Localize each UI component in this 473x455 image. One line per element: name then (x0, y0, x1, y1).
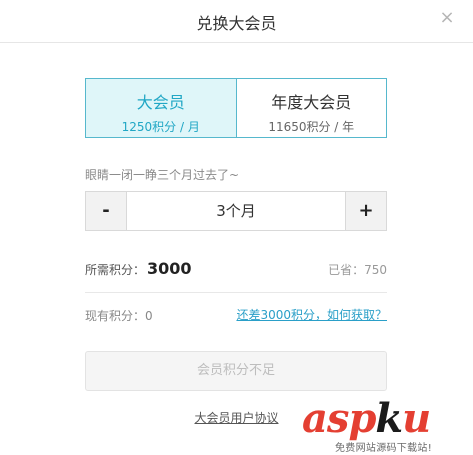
decrease-button[interactable]: - (86, 192, 127, 230)
divider (85, 292, 387, 293)
required-points: 所需积分： 3000 (85, 259, 192, 278)
plan-option-monthly[interactable]: 大会员 1250积分 / 月 (86, 79, 236, 137)
required-points-value: 3000 (147, 259, 192, 278)
duration-value: 3个月 (216, 202, 256, 220)
duration-hint: 眼睛一闭一睁三个月过去了~ (85, 168, 240, 182)
dialog-header: 兑换大会员 × (0, 0, 473, 43)
how-to-earn-link[interactable]: 还差3000积分，如何获取？ (236, 306, 387, 323)
dialog-title: 兑换大会员 (196, 14, 277, 33)
plan-selector: 大会员 1250积分 / 月 年度大会员 11650积分 / 年 (85, 78, 387, 138)
watermark-logo-text: aspku (302, 395, 431, 442)
duration-stepper: - 3个月 + (85, 191, 387, 231)
submit-button-disabled: 会员积分不足 (85, 351, 387, 391)
current-points: 现有积分：0 (85, 309, 153, 323)
plan-price: 11650积分 / 年 (268, 120, 355, 134)
required-points-label: 所需积分： (85, 263, 146, 277)
exchange-vip-dialog: 兑换大会员 × 大会员 1250积分 / 月 年度大会员 11650积分 / 年… (0, 0, 473, 455)
close-icon[interactable]: × (437, 8, 457, 28)
plan-name: 年度大会员 (271, 93, 352, 112)
increase-button[interactable]: + (345, 192, 386, 230)
site-watermark-logo: aspku 免费网站源码下载站! (302, 397, 472, 455)
plan-price: 1250积分 / 月 (121, 120, 200, 134)
watermark-tagline: 免费网站源码下载站! (335, 443, 433, 454)
plan-option-annual[interactable]: 年度大会员 11650积分 / 年 (235, 79, 386, 137)
saved-points: 已省：750 (328, 263, 387, 277)
plan-name: 大会员 (136, 93, 185, 112)
